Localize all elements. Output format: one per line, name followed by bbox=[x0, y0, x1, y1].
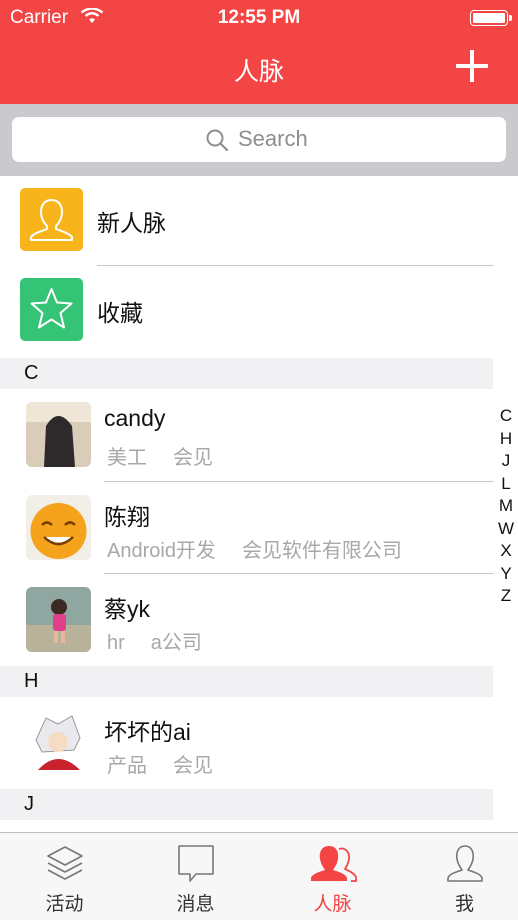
favorites-label: 收藏 bbox=[97, 300, 143, 326]
avatar bbox=[26, 587, 91, 652]
contact-row-chenxiang[interactable]: 陈翔 Android开发 会见软件有限公司 bbox=[0, 482, 494, 574]
contact-row-caiyk[interactable]: 蔡yk hr a公司 bbox=[0, 574, 494, 666]
index-letter-x[interactable]: X bbox=[495, 540, 517, 563]
add-contact-button[interactable] bbox=[456, 50, 488, 82]
favorites-row[interactable]: 收藏 bbox=[0, 266, 518, 358]
contact-title: Android开发 bbox=[107, 540, 216, 562]
tab-bar: 活动 消息 人脉 我 bbox=[0, 832, 518, 920]
favorites-icon-box bbox=[20, 278, 83, 341]
contact-name: 坏坏的ai bbox=[104, 719, 191, 745]
tab-label: 活动 bbox=[45, 894, 84, 915]
star-outline-icon bbox=[30, 288, 73, 329]
chat-bubble-icon bbox=[177, 845, 214, 882]
alphabet-index[interactable]: C H J L M W X Y Z bbox=[495, 405, 517, 608]
section-header-c: C bbox=[0, 358, 493, 389]
page-title: 人脉 bbox=[233, 58, 284, 86]
user-icon bbox=[446, 845, 483, 882]
search-bar bbox=[0, 104, 518, 176]
contact-name: 蔡yk bbox=[104, 596, 150, 622]
avatar bbox=[26, 402, 91, 467]
status-bar: Carrier 12:55 PM bbox=[0, 0, 518, 34]
tab-label: 消息 bbox=[176, 894, 215, 915]
search-icon bbox=[206, 129, 229, 152]
contact-company: 会见 bbox=[173, 755, 213, 777]
tab-label: 我 bbox=[454, 894, 474, 915]
index-letter-c[interactable]: C bbox=[495, 405, 517, 428]
battery-icon bbox=[470, 10, 512, 26]
contact-company: a公司 bbox=[150, 632, 202, 654]
section-header-j: J bbox=[0, 789, 493, 820]
contact-company: 会见软件有限公司 bbox=[241, 540, 402, 562]
clock: 12:55 PM bbox=[217, 7, 301, 28]
contact-details: 美工 会见 bbox=[107, 441, 213, 470]
new-contacts-label: 新人脉 bbox=[97, 210, 166, 236]
index-letter-h[interactable]: H bbox=[495, 428, 517, 451]
index-letter-z[interactable]: Z bbox=[495, 585, 517, 608]
index-letter-j[interactable]: J bbox=[495, 450, 517, 473]
person-outline-icon bbox=[30, 199, 73, 241]
tab-contacts[interactable]: 人脉 bbox=[268, 833, 397, 920]
contact-name: 陈翔 bbox=[104, 504, 150, 530]
contact-row-candy[interactable]: candy 美工 会见 bbox=[0, 389, 494, 481]
index-letter-l[interactable]: L bbox=[495, 473, 517, 496]
avatar bbox=[26, 710, 91, 775]
avatar bbox=[26, 495, 91, 560]
section-header-h: H bbox=[0, 666, 493, 697]
contact-company: 会见 bbox=[173, 447, 213, 469]
layers-icon bbox=[46, 846, 83, 880]
search-input[interactable] bbox=[238, 123, 438, 155]
contact-title: hr bbox=[107, 632, 125, 654]
index-letter-m[interactable]: M bbox=[495, 495, 517, 518]
index-letter-w[interactable]: W bbox=[495, 518, 517, 541]
search-field[interactable] bbox=[12, 117, 506, 162]
contact-details: hr a公司 bbox=[107, 626, 202, 655]
contact-row-huaihuai[interactable]: 坏坏的ai 产品 会见 bbox=[0, 697, 494, 789]
contact-name: candy bbox=[104, 405, 166, 431]
tab-activity[interactable]: 活动 bbox=[0, 833, 129, 920]
nav-bar: 人脉 bbox=[0, 34, 518, 104]
contact-title: 美工 bbox=[107, 447, 147, 469]
contact-title: 产品 bbox=[107, 755, 147, 777]
tab-label: 人脉 bbox=[313, 894, 352, 915]
tab-me[interactable]: 我 bbox=[400, 833, 518, 920]
contact-details: 产品 会见 bbox=[107, 749, 213, 778]
index-letter-y[interactable]: Y bbox=[495, 563, 517, 586]
contact-details: Android开发 会见软件有限公司 bbox=[107, 534, 402, 563]
tab-messages[interactable]: 消息 bbox=[131, 833, 260, 920]
new-contacts-icon-box bbox=[20, 188, 83, 251]
contacts-icon bbox=[310, 846, 357, 882]
new-contacts-row[interactable]: 新人脉 bbox=[0, 176, 518, 268]
